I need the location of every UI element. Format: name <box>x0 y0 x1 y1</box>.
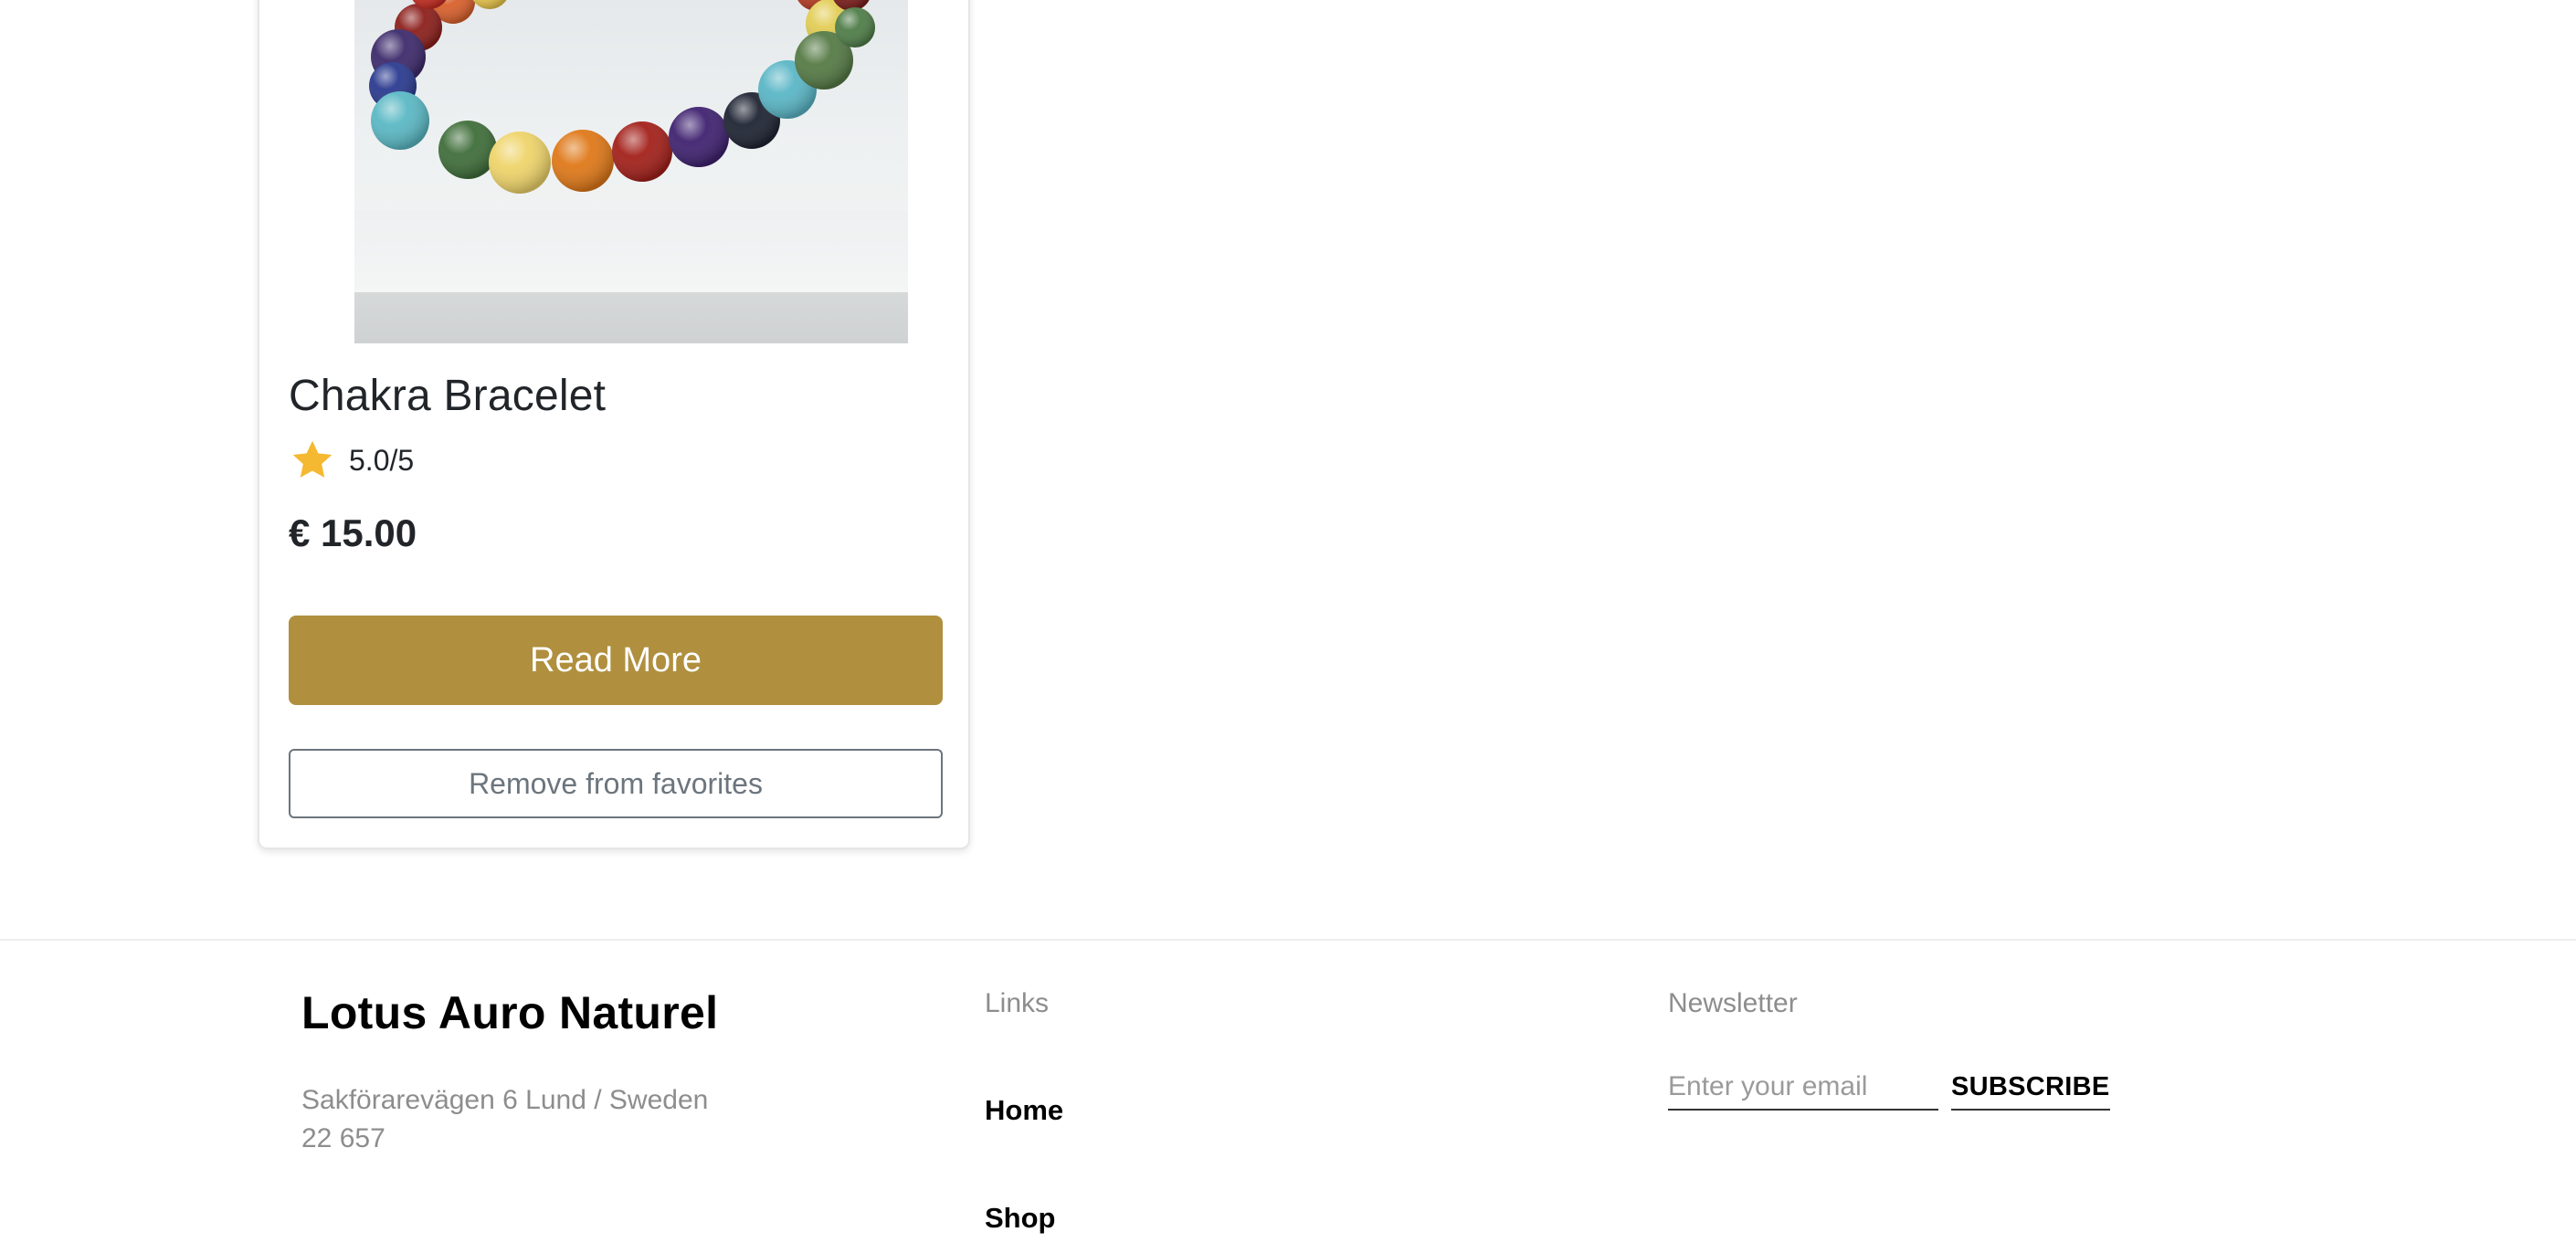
bracelet-illustration <box>369 0 875 194</box>
product-card: Chakra Bracelet 5.0/5 € 15.00 Read More … <box>258 0 970 849</box>
site-footer: Lotus Auro Naturel Sakförarevägen 6 Lund… <box>0 939 2576 1253</box>
address-line-1: Sakförarevägen 6 Lund / Sweden <box>301 1085 709 1115</box>
product-rating: 5.0/5 <box>289 435 414 486</box>
read-more-button[interactable]: Read More <box>289 616 943 705</box>
star-icon <box>292 440 333 478</box>
remove-from-favorites-button[interactable]: Remove from favorites <box>289 749 943 818</box>
address-line-2: 22 657 <box>301 1123 385 1153</box>
footer-brand-logo[interactable]: Lotus Auro Naturel <box>301 986 718 1039</box>
footer-address: Sakförarevägen 6 Lund / Sweden 22 657 <box>301 1081 776 1158</box>
footer-link-shop[interactable]: Shop <box>985 1202 1056 1235</box>
product-price: € 15.00 <box>289 511 417 554</box>
footer-link-home[interactable]: Home <box>985 1094 1063 1127</box>
product-image[interactable] <box>354 0 908 343</box>
newsletter-heading: Newsletter <box>1668 988 1798 1018</box>
subscribe-button[interactable]: SUBSCRIBE <box>1951 1065 2110 1111</box>
product-title[interactable]: Chakra Bracelet <box>289 371 606 421</box>
links-heading: Links <box>985 988 1050 1018</box>
newsletter-email-input[interactable] <box>1668 1065 1938 1111</box>
rating-value: 5.0/5 <box>349 443 415 477</box>
favorites-page: Chakra Bracelet 5.0/5 € 15.00 Read More … <box>0 0 2576 1253</box>
